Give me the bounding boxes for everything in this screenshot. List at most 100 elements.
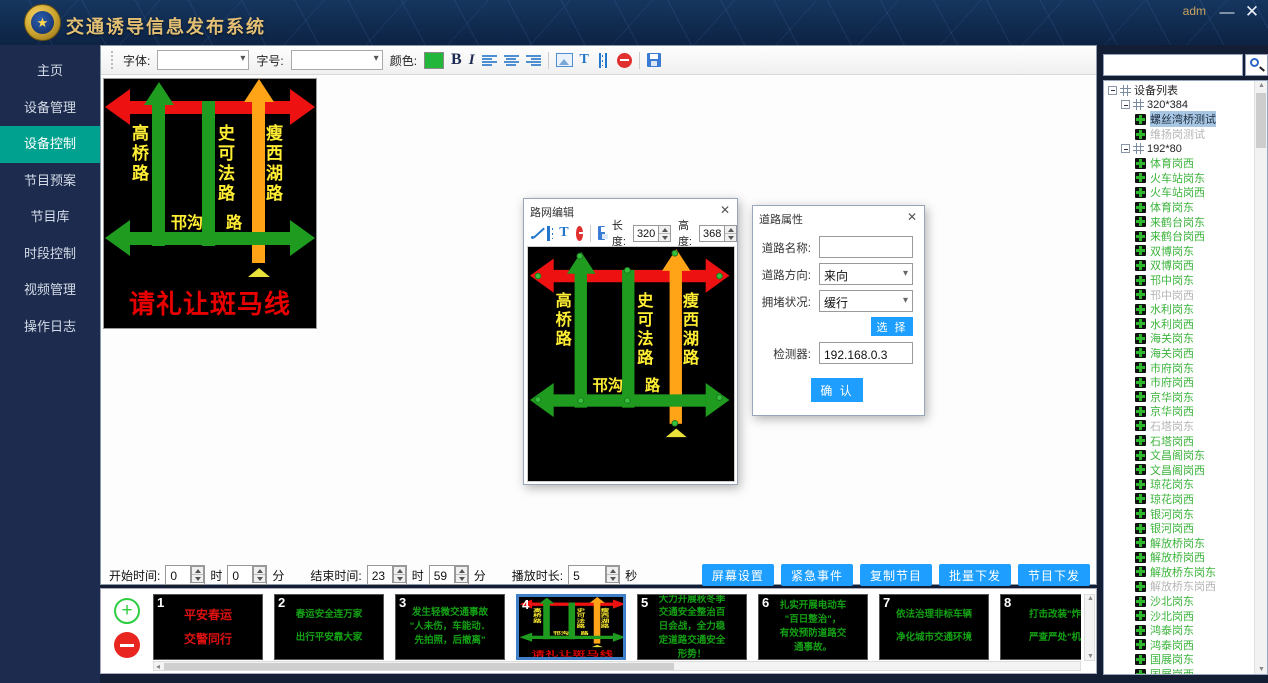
close-icon[interactable]: ✕ xyxy=(1243,2,1261,22)
edit-handle[interactable] xyxy=(624,397,631,404)
sidebar-item-视频管理[interactable]: 视频管理 xyxy=(0,272,100,309)
text-tool-icon[interactable]: T xyxy=(580,52,589,68)
duration-stepper[interactable]: 5 xyxy=(568,565,620,585)
tree-device-火车站岗东[interactable]: 火车站岗东 xyxy=(1104,171,1254,186)
scroll-down-icon[interactable]: ▼ xyxy=(1258,666,1265,673)
edit-handle[interactable] xyxy=(716,394,723,401)
tree-device-维扬岗测试[interactable]: 维扬岗测试 xyxy=(1104,127,1254,142)
tree-device-文昌阁岗东[interactable]: 文昌阁岗东 xyxy=(1104,448,1254,463)
edit-handle[interactable] xyxy=(624,267,631,274)
tree-root[interactable]: 设备列表 xyxy=(1104,83,1254,98)
tree-device-水利岗西[interactable]: 水利岗西 xyxy=(1104,317,1254,332)
scrollbar-thumb[interactable] xyxy=(1256,93,1266,148)
playlist-item-2[interactable]: 2春运安全连万家出行平安靠大家 xyxy=(274,594,384,660)
scrollbar-thumb[interactable] xyxy=(164,663,674,670)
draw-line-icon[interactable] xyxy=(531,226,538,240)
playlist-item-1[interactable]: 1平安春运交警同行 xyxy=(153,594,263,660)
text-tool-icon[interactable]: T xyxy=(559,225,568,241)
sidebar-item-操作日志[interactable]: 操作日志 xyxy=(0,309,100,346)
tree-group-192*80[interactable]: 192*80 xyxy=(1104,141,1254,156)
tree-device-沙北岗东[interactable]: 沙北岗东 xyxy=(1104,594,1254,609)
length-stepper[interactable]: 320 xyxy=(633,225,671,242)
collapse-icon[interactable] xyxy=(1121,100,1130,109)
tree-device-市府岗西[interactable]: 市府岗西 xyxy=(1104,375,1254,390)
tree-device-沙北岗西[interactable]: 沙北岗西 xyxy=(1104,608,1254,623)
end-minute-stepper[interactable]: 59 xyxy=(429,565,469,585)
insert-image-icon[interactable] xyxy=(556,53,573,67)
select-detector-button[interactable]: 选 择 xyxy=(871,317,913,336)
edit-handle[interactable] xyxy=(716,273,723,280)
action-button-复制节目[interactable]: 复制节目 xyxy=(860,564,932,586)
tree-device-邗中岗西[interactable]: 邗中岗西 xyxy=(1104,287,1254,302)
playlist-item-6[interactable]: 6扎实开展电动车"百日整治"，有效预防道路交通事故。 xyxy=(758,594,868,660)
action-button-批量下发[interactable]: 批量下发 xyxy=(939,564,1011,586)
tree-device-琼花岗西[interactable]: 琼花岗西 xyxy=(1104,492,1254,507)
tree-device-文昌阁岗西[interactable]: 文昌阁岗西 xyxy=(1104,462,1254,477)
playlist-item-8[interactable]: 8打击改装"炸严查严处"机 xyxy=(1000,594,1081,660)
tree-device-京华岗东[interactable]: 京华岗东 xyxy=(1104,389,1254,404)
tree-device-解放桥岗东[interactable]: 解放桥岗东 xyxy=(1104,535,1254,550)
tree-device-邗中岗东[interactable]: 邗中岗东 xyxy=(1104,273,1254,288)
scroll-left-icon[interactable]: ◂ xyxy=(156,662,160,671)
tree-device-石塔岗东[interactable]: 石塔岗东 xyxy=(1104,419,1254,434)
font-select[interactable] xyxy=(157,50,249,70)
tree-device-银河岗东[interactable]: 银河岗东 xyxy=(1104,506,1254,521)
road-name-input[interactable] xyxy=(819,236,913,258)
sidebar-item-节目库[interactable]: 节目库 xyxy=(0,199,100,236)
road-tool-icon[interactable] xyxy=(545,226,552,241)
start-hour-stepper[interactable]: 0 xyxy=(165,565,205,585)
detector-input[interactable] xyxy=(819,342,913,364)
close-icon[interactable]: ✕ xyxy=(907,210,917,224)
edit-handle[interactable] xyxy=(672,250,679,257)
tree-device-解放桥岗西[interactable]: 解放桥岗西 xyxy=(1104,550,1254,565)
tree-device-海关岗西[interactable]: 海关岗西 xyxy=(1104,346,1254,361)
tree-device-银河岗西[interactable]: 银河岗西 xyxy=(1104,521,1254,536)
save-icon[interactable] xyxy=(598,226,605,240)
horizontal-scrollbar[interactable]: ◂ xyxy=(153,661,1081,671)
tree-device-石塔岗西[interactable]: 石塔岗西 xyxy=(1104,433,1254,448)
tree-device-鸿泰岗东[interactable]: 鸿泰岗东 xyxy=(1104,623,1254,638)
delete-icon[interactable] xyxy=(576,226,584,241)
collapse-icon[interactable] xyxy=(1108,86,1117,95)
delete-icon[interactable] xyxy=(617,53,632,68)
tree-device-体育岗东[interactable]: 体育岗东 xyxy=(1104,200,1254,215)
remove-program-button[interactable] xyxy=(114,632,140,658)
align-right-icon[interactable] xyxy=(526,54,541,67)
minimize-icon[interactable]: — xyxy=(1218,4,1236,21)
tree-device-来鹤台岗西[interactable]: 来鹤台岗西 xyxy=(1104,229,1254,244)
tree-device-来鹤台岗东[interactable]: 来鹤台岗东 xyxy=(1104,214,1254,229)
tree-device-解放桥东岗西[interactable]: 解放桥东岗西 xyxy=(1104,579,1254,594)
search-input[interactable] xyxy=(1103,54,1243,76)
color-swatch[interactable] xyxy=(424,52,444,69)
tree-device-京华岗西[interactable]: 京华岗西 xyxy=(1104,404,1254,419)
tree-device-解放桥东岗东[interactable]: 解放桥东岗东 xyxy=(1104,565,1254,580)
sidebar-item-节目预案[interactable]: 节目预案 xyxy=(0,163,100,200)
font-size-select[interactable] xyxy=(291,50,383,70)
align-center-icon[interactable] xyxy=(504,54,519,67)
action-button-节目下发[interactable]: 节目下发 xyxy=(1018,564,1090,586)
playlist-item-5[interactable]: 5大力开展秋冬季交通安全整治百日会战，全力稳定道路交通安全形势！ xyxy=(637,594,747,660)
edit-handle[interactable] xyxy=(577,397,584,404)
road-network-icon[interactable] xyxy=(596,53,610,68)
bold-button[interactable]: B xyxy=(451,51,462,69)
add-program-button[interactable]: + xyxy=(114,598,140,624)
road-direction-select[interactable]: 来向 xyxy=(819,263,913,285)
start-minute-stepper[interactable]: 0 xyxy=(227,565,267,585)
collapse-icon[interactable] xyxy=(1121,144,1130,153)
tree-device-体育岗西[interactable]: 体育岗西 xyxy=(1104,156,1254,171)
playlist-item-3[interactable]: 3发生轻微交通事故"人未伤，车能动．先拍照，后撤离" xyxy=(395,594,505,660)
tree-device-国展岗西[interactable]: 国展岗西 xyxy=(1104,667,1254,674)
tree-group-320*384[interactable]: 320*384 xyxy=(1104,98,1254,113)
tree-device-鸿泰岗西[interactable]: 鸿泰岗西 xyxy=(1104,638,1254,653)
tree-device-水利岗东[interactable]: 水利岗东 xyxy=(1104,302,1254,317)
tree-device-双博岗东[interactable]: 双博岗东 xyxy=(1104,244,1254,259)
close-icon[interactable]: ✕ xyxy=(720,203,730,217)
italic-button[interactable]: I xyxy=(469,52,475,69)
playlist-item-7[interactable]: 7依法治理非标车辆净化城市交通环境 xyxy=(879,594,989,660)
sidebar-item-设备管理[interactable]: 设备管理 xyxy=(0,90,100,127)
tree-device-市府岗东[interactable]: 市府岗东 xyxy=(1104,360,1254,375)
tree-device-火车站岗西[interactable]: 火车站岗西 xyxy=(1104,185,1254,200)
end-hour-stepper[interactable]: 23 xyxy=(367,565,407,585)
edit-handle[interactable] xyxy=(535,273,542,280)
playlist-item-4[interactable]: 4 高桥路 史可法路 瘦西湖路 邗沟 路 请礼让斑马线 xyxy=(516,594,626,660)
